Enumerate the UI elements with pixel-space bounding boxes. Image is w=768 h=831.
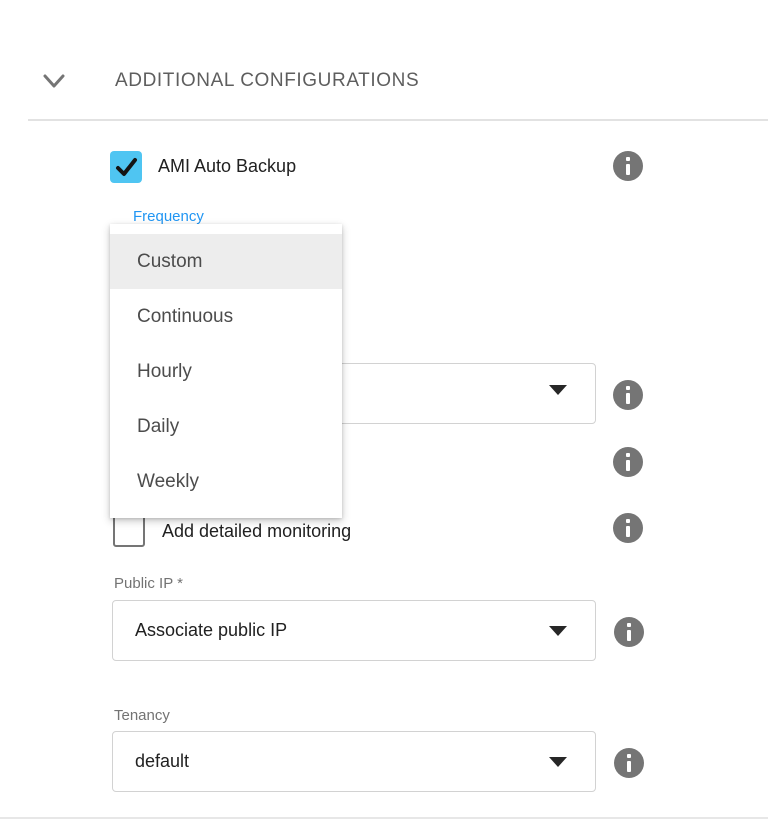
frequency-info-icon[interactable] xyxy=(613,380,643,410)
public-ip-label: Public IP * xyxy=(114,575,183,592)
hidden-row-info-icon[interactable] xyxy=(613,447,643,477)
tenancy-value: default xyxy=(135,751,189,772)
detailed-monitoring-info-icon[interactable] xyxy=(613,513,643,543)
bottom-divider xyxy=(0,817,768,819)
ami-auto-backup-checkbox[interactable] xyxy=(110,151,142,183)
tenancy-select[interactable]: default xyxy=(112,731,596,792)
section-collapse-chevron-icon[interactable] xyxy=(42,71,66,91)
public-ip-select[interactable]: Associate public IP xyxy=(112,600,596,661)
menu-item-custom[interactable]: Custom xyxy=(110,234,342,289)
public-ip-info-icon[interactable] xyxy=(614,617,644,647)
ami-auto-backup-label: AMI Auto Backup xyxy=(158,150,296,182)
tenancy-label: Tenancy xyxy=(114,707,170,724)
frequency-dropdown-menu: Custom Continuous Hourly Daily Weekly xyxy=(110,224,342,518)
frequency-field-label: Frequency xyxy=(133,208,204,225)
detailed-monitoring-label: Add detailed monitoring xyxy=(162,515,351,547)
ami-auto-backup-info-icon[interactable] xyxy=(613,151,643,181)
detailed-monitoring-checkbox[interactable] xyxy=(113,515,145,547)
section-divider xyxy=(28,119,768,121)
menu-item-weekly[interactable]: Weekly xyxy=(110,454,342,509)
dropdown-caret-icon xyxy=(549,757,567,767)
menu-item-daily[interactable]: Daily xyxy=(110,399,342,454)
tenancy-info-icon[interactable] xyxy=(614,748,644,778)
dropdown-caret-icon xyxy=(549,626,567,636)
dropdown-caret-icon xyxy=(549,385,567,395)
checkmark-icon xyxy=(110,151,142,183)
section-title: ADDITIONAL CONFIGURATIONS xyxy=(115,70,419,92)
menu-item-continuous[interactable]: Continuous xyxy=(110,289,342,344)
menu-item-hourly[interactable]: Hourly xyxy=(110,344,342,399)
public-ip-value: Associate public IP xyxy=(135,620,287,641)
